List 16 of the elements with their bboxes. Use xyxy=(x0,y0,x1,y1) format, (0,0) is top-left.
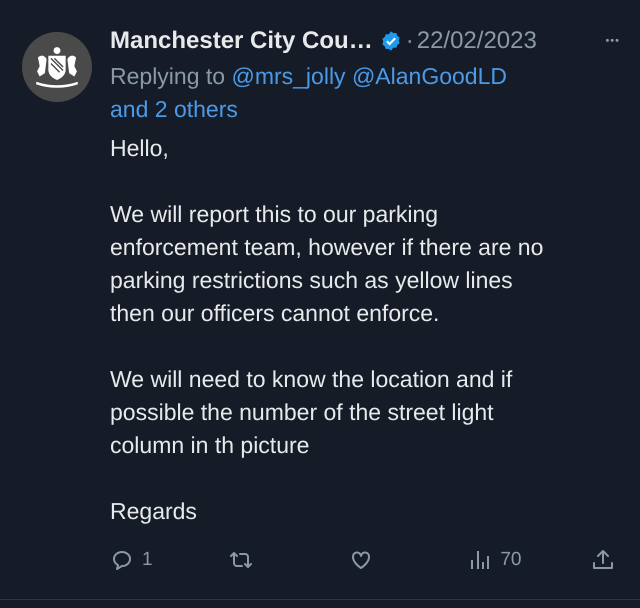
separator-dot: · xyxy=(406,27,414,55)
comment-icon[interactable] xyxy=(110,548,134,572)
tweet-paragraph: We will need to know the location and if possible the number of the street light column in th picture xyxy=(110,365,514,460)
others-link[interactable]: and 2 others xyxy=(110,96,238,122)
replying-to-line: Replying to @mrs_jolly @AlanGoodLD and 2 others xyxy=(110,62,508,124)
mention-link[interactable]: @mrs_jolly xyxy=(231,63,346,89)
author-name[interactable]: Manchester City Cou… xyxy=(110,27,373,55)
tweet-paragraph: Regards xyxy=(110,497,198,526)
share-icon[interactable] xyxy=(590,548,615,572)
tweet-paragraph: Hello, xyxy=(110,134,170,163)
tweet-paragraph: We will report this to our parking enforcement team, however if there are no parking restrictions such as yellow lines then our officers cannot enforce. xyxy=(110,200,544,328)
action-count: 70 xyxy=(500,549,522,571)
more-options-icon[interactable]: ••• xyxy=(605,35,620,47)
mention-link[interactable]: @AlanGoodLD xyxy=(352,63,508,89)
tweet-date[interactable]: 22/02/2023 xyxy=(416,27,537,55)
action-count: 1 xyxy=(142,549,153,571)
